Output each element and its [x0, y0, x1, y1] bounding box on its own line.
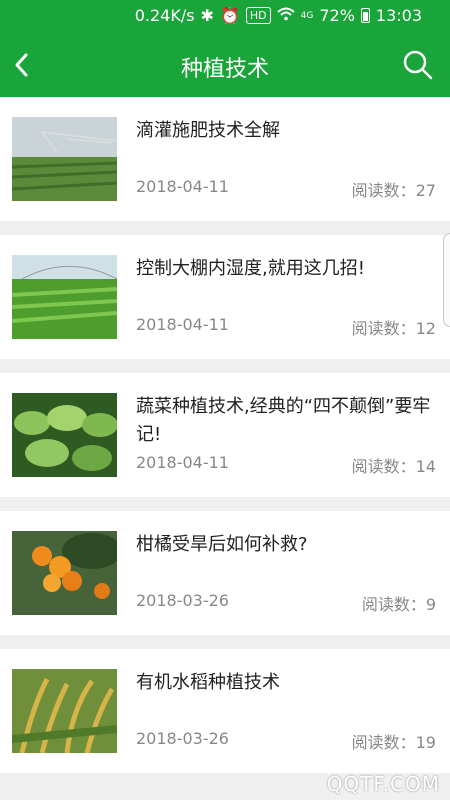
article-item[interactable]: 有机水稻种植技术 2018-03-26 阅读数：19: [0, 649, 450, 773]
wifi-icon: [276, 6, 295, 25]
article-read-count: 阅读数：14: [351, 457, 436, 476]
article-thumbnail: [12, 393, 117, 477]
signal-icon: 4G: [300, 10, 314, 21]
page-title: 种植技术: [180, 57, 269, 82]
article-thumbnail: [12, 669, 117, 753]
article-item[interactable]: 蔬菜种植技术,经典的“四不颠倒”要牢记! 2018-04-11 阅读数：14: [0, 373, 450, 497]
article-title: 有机水稻种植技术: [136, 672, 280, 693]
article-read-count: 阅读数：27: [351, 181, 436, 200]
article-item[interactable]: 柑橘受旱后如何补救? 2018-03-26 阅读数：9: [0, 511, 450, 635]
battery-percent: 72%: [319, 6, 355, 25]
search-button[interactable]: [400, 47, 436, 83]
article-thumbnail: [12, 255, 117, 339]
hd-badge: HD: [245, 7, 271, 24]
article-title: 蔬菜种植技术,经典的“四不颠倒”要牢记!: [136, 396, 431, 445]
article-read-count: 阅读数：12: [351, 319, 436, 338]
article-date: 2018-03-26: [136, 729, 229, 748]
app-header: 种植技术: [0, 33, 450, 97]
status-icons: 0.24K/s ✱ ⏰ HD 4G 72% 13:03: [135, 6, 422, 25]
article-read-count: 阅读数：19: [351, 733, 436, 752]
search-icon: [403, 50, 433, 80]
status-bar: 0.24K/s ✱ ⏰ HD 4G 72% 13:03: [0, 0, 450, 33]
alarm-icon: ⏰: [219, 6, 240, 25]
article-date: 2018-04-11: [136, 453, 229, 472]
article-date: 2018-04-11: [136, 177, 229, 196]
article-title: 柑橘受旱后如何补救?: [136, 534, 308, 555]
battery-icon: [360, 8, 370, 23]
article-title: 滴灌施肥技术全解: [136, 120, 280, 141]
article-thumbnail: [12, 117, 117, 201]
scroll-indicator[interactable]: [443, 233, 450, 327]
network-speed: 0.24K/s: [134, 6, 195, 25]
article-date: 2018-03-26: [136, 591, 229, 610]
article-item[interactable]: 控制大棚内湿度,就用这几招! 2018-04-11 阅读数：12: [0, 235, 450, 359]
article-list: 滴灌施肥技术全解 2018-04-11 阅读数：27 控制大棚内湿度,就用这几招…: [0, 97, 450, 787]
article-read-count: 阅读数：9: [361, 595, 436, 614]
article-thumbnail: [12, 531, 117, 615]
article-item[interactable]: 滴灌施肥技术全解 2018-04-11 阅读数：27: [0, 97, 450, 221]
article-title: 控制大棚内湿度,就用这几招!: [136, 258, 365, 279]
bluetooth-icon: ✱: [200, 6, 214, 25]
article-date: 2018-04-11: [136, 315, 229, 334]
clock: 13:03: [375, 6, 422, 25]
watermark: QQTF.COM: [326, 772, 440, 796]
